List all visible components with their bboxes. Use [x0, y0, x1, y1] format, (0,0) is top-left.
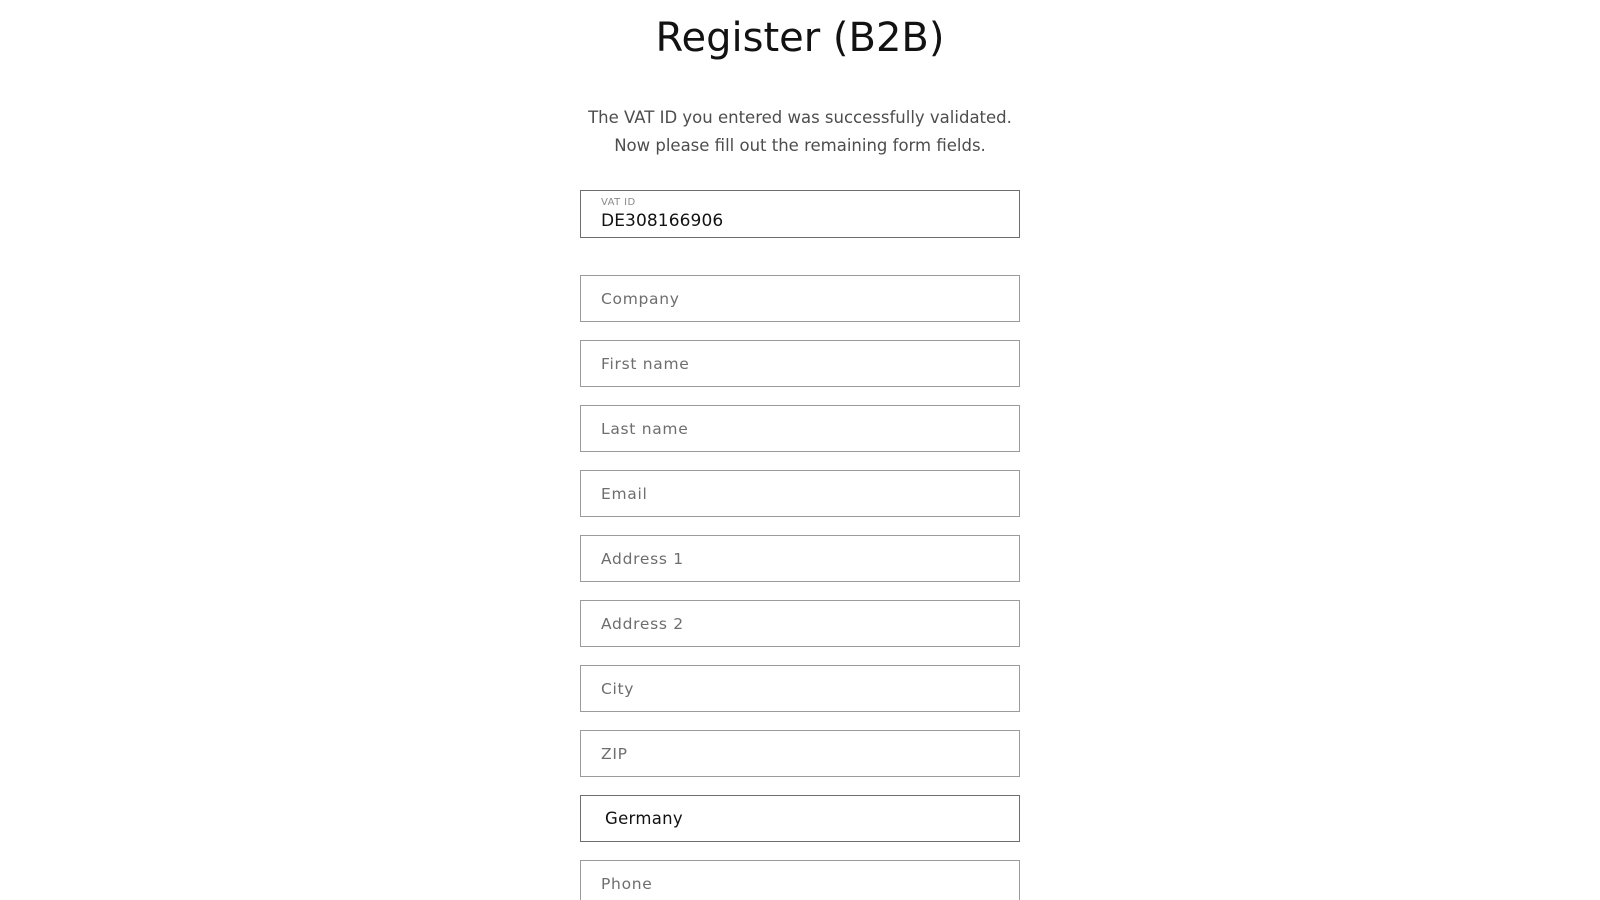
field-zip: ZIP: [580, 730, 1020, 777]
vat-id-label: VAT ID: [601, 196, 636, 208]
company-placeholder: Company: [601, 289, 680, 308]
country-select[interactable]: Germany: [580, 795, 1020, 842]
city-placeholder: City: [601, 679, 635, 698]
field-address-1: Address 1: [580, 535, 1020, 582]
field-company: Company: [580, 275, 1020, 322]
vat-id-value: DE308166906: [601, 210, 724, 231]
validation-message: The VAT ID you entered was successfully …: [588, 108, 1012, 155]
vat-id-input[interactable]: VAT ID DE308166906: [580, 190, 1020, 238]
field-email: Email: [580, 470, 1020, 517]
country-selected-value: Germany: [605, 808, 683, 828]
address-2-input[interactable]: Address 2: [580, 600, 1020, 647]
field-last-name: Last name: [580, 405, 1020, 452]
field-address-2: Address 2: [580, 600, 1020, 647]
register-page: Register (B2B) The VAT ID you entered wa…: [0, 0, 1600, 900]
field-country: Germany: [580, 795, 1020, 842]
company-input[interactable]: Company: [580, 275, 1020, 322]
form-container: Register (B2B) The VAT ID you entered wa…: [580, 0, 1020, 900]
address-1-placeholder: Address 1: [601, 549, 684, 568]
address-2-placeholder: Address 2: [601, 614, 684, 633]
phone-input[interactable]: Phone: [580, 860, 1020, 900]
address-1-input[interactable]: Address 1: [580, 535, 1020, 582]
field-first-name: First name: [580, 340, 1020, 387]
email-input[interactable]: Email: [580, 470, 1020, 517]
field-phone: Phone: [580, 860, 1020, 900]
field-city: City: [580, 665, 1020, 712]
first-name-placeholder: First name: [601, 354, 690, 373]
phone-placeholder: Phone: [601, 874, 653, 893]
page-title: Register (B2B): [655, 15, 945, 61]
field-vat-id: VAT ID DE308166906: [580, 190, 1020, 238]
last-name-placeholder: Last name: [601, 419, 689, 438]
email-placeholder: Email: [601, 484, 648, 503]
last-name-input[interactable]: Last name: [580, 405, 1020, 452]
zip-input[interactable]: ZIP: [580, 730, 1020, 777]
first-name-input[interactable]: First name: [580, 340, 1020, 387]
zip-placeholder: ZIP: [601, 744, 628, 763]
registration-form: VAT ID DE308166906 Company First name La…: [580, 190, 1020, 900]
city-input[interactable]: City: [580, 665, 1020, 712]
